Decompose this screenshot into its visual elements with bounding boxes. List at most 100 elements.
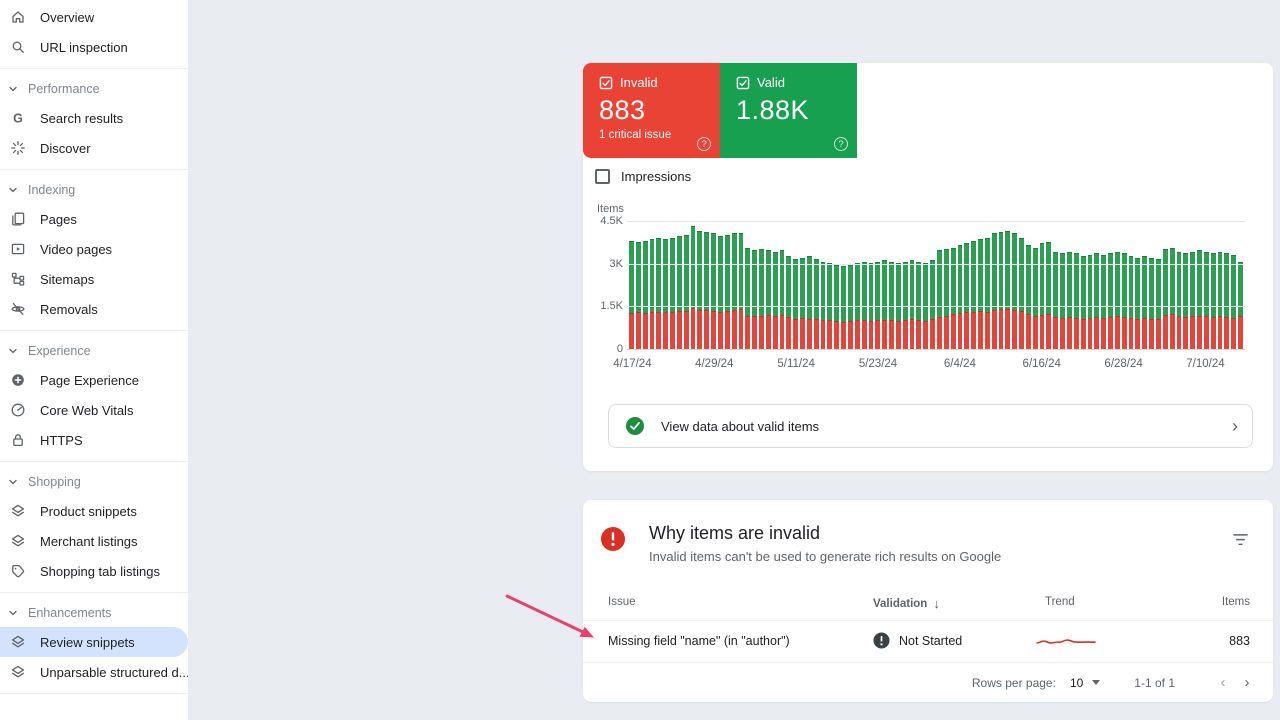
chart-bar[interactable] <box>1217 251 1223 350</box>
column-validation-sort[interactable]: Validation ↓ <box>873 596 940 611</box>
checked-checkbox-icon[interactable] <box>599 76 613 90</box>
chart-bar[interactable] <box>806 256 812 350</box>
chart-bar[interactable] <box>1019 237 1024 350</box>
chart-bar[interactable] <box>834 264 840 350</box>
sidebar-section-performance[interactable]: Performance <box>0 75 188 103</box>
sidebar-item-product-snippets[interactable]: Product snippets <box>0 496 188 526</box>
chart-bar[interactable] <box>711 233 716 350</box>
chart-bar[interactable] <box>964 243 970 350</box>
chart-bar[interactable] <box>663 239 669 350</box>
chart-bar[interactable] <box>1080 256 1086 350</box>
chart-bar[interactable] <box>957 244 963 350</box>
chart-bar[interactable] <box>882 260 888 350</box>
sidebar-item-shopping-tab-listings[interactable]: Shopping tab listings <box>0 556 188 586</box>
chart-bar[interactable] <box>1121 253 1127 350</box>
sidebar-item-video-pages[interactable]: Video pages <box>0 234 188 264</box>
sidebar-item-pages[interactable]: Pages <box>0 204 188 234</box>
chart-bar[interactable] <box>800 257 805 350</box>
chart-bar[interactable] <box>1210 253 1216 350</box>
chart-bar[interactable] <box>1176 251 1182 350</box>
chart-bar[interactable] <box>1087 254 1093 350</box>
chart-bar[interactable] <box>1053 251 1059 350</box>
chart-bar[interactable] <box>697 230 703 350</box>
chart-bar[interactable] <box>978 239 983 350</box>
sidebar-item-review-snippets[interactable]: Review snippets <box>0 627 188 657</box>
sidebar-item-overview[interactable]: Overview <box>0 2 188 32</box>
sidebar-item-core-web-vitals[interactable]: Core Web Vitals <box>0 395 188 425</box>
chart-bar[interactable] <box>642 240 648 350</box>
chart-bar[interactable] <box>1135 257 1141 350</box>
chart-bar[interactable] <box>793 259 799 350</box>
chart-bar[interactable] <box>629 240 634 350</box>
sidebar-item-removals[interactable]: Removals <box>0 294 188 324</box>
chart-bar[interactable] <box>779 250 785 350</box>
invalid-summary-card[interactable]: Invalid 883 1 critical issue ? <box>583 63 720 158</box>
sidebar-item-https[interactable]: HTTPS <box>0 425 188 455</box>
chart-bar[interactable] <box>841 266 846 350</box>
chart-bar[interactable] <box>765 250 771 350</box>
chart-bar[interactable] <box>1067 251 1072 350</box>
issue-table-row[interactable]: Missing field "name" (in "author") Not S… <box>583 621 1273 662</box>
chart-bar[interactable] <box>738 233 744 350</box>
chart-bar[interactable] <box>656 237 662 350</box>
sidebar-section-indexing[interactable]: Indexing <box>0 176 188 204</box>
chart-bar[interactable] <box>786 256 792 350</box>
chart-bar[interactable] <box>1203 251 1209 350</box>
chart-bar[interactable] <box>1060 253 1065 350</box>
unchecked-checkbox-icon[interactable] <box>595 169 610 184</box>
chevron-right-icon[interactable]: › <box>1232 417 1238 435</box>
chart-bar[interactable] <box>649 239 655 350</box>
chart-bar[interactable] <box>848 264 853 350</box>
sidebar-item-merchant-listings[interactable]: Merchant listings <box>0 526 188 556</box>
chart-bar[interactable] <box>1190 251 1196 350</box>
chart-bar[interactable] <box>971 240 977 350</box>
chart-bar[interactable] <box>1224 253 1230 350</box>
rows-per-page-select[interactable]: 10 <box>1070 676 1101 690</box>
chart-bar[interactable] <box>1005 230 1011 350</box>
filter-icon[interactable] <box>1232 533 1249 547</box>
checked-checkbox-icon[interactable] <box>736 76 750 90</box>
sidebar-item-sitemaps[interactable]: Sitemaps <box>0 264 188 294</box>
chart-bar[interactable] <box>1197 250 1202 350</box>
sidebar-section-shopping[interactable]: Shopping <box>0 468 188 496</box>
next-page-button[interactable]: › <box>1235 674 1259 691</box>
sidebar-item-search-results[interactable]: G Search results <box>0 103 188 133</box>
chart-bar[interactable] <box>1231 254 1237 350</box>
chart-bar[interactable] <box>1101 254 1107 350</box>
chart-bar[interactable] <box>1128 256 1134 350</box>
sidebar-item-page-experience[interactable]: Page Experience <box>0 365 188 395</box>
chart-bar[interactable] <box>670 237 675 350</box>
chart-bar[interactable] <box>683 234 689 350</box>
impressions-toggle[interactable]: Impressions <box>595 169 691 184</box>
chart-bar[interactable] <box>731 233 737 350</box>
chart-bar[interactable] <box>1039 243 1045 350</box>
chart-bar[interactable] <box>1155 258 1161 350</box>
view-valid-items-row[interactable]: View data about valid items › <box>608 404 1253 448</box>
sidebar-item-url-inspection[interactable]: URL inspection <box>0 32 188 62</box>
sidebar-section-enhancements[interactable]: Enhancements <box>0 599 188 627</box>
chart-bar[interactable] <box>635 241 641 350</box>
chart-bar[interactable] <box>1012 233 1018 350</box>
chart-bar[interactable] <box>1114 251 1120 350</box>
sidebar-item-unparsable-structured-d[interactable]: Unparsable structured d... <box>0 657 188 687</box>
valid-summary-card[interactable]: Valid 1.88K ? <box>720 63 857 158</box>
chart-bar[interactable] <box>930 260 935 350</box>
chart-bar[interactable] <box>1025 244 1031 350</box>
chart-bar[interactable] <box>1149 257 1154 350</box>
chart-bar[interactable] <box>724 234 730 350</box>
chart-bar[interactable] <box>772 251 778 350</box>
previous-page-button[interactable]: ‹ <box>1211 674 1235 691</box>
chart-bar[interactable] <box>813 258 819 350</box>
chart-bar[interactable] <box>752 250 758 350</box>
chart-bar[interactable] <box>1142 256 1148 350</box>
sidebar-section-experience[interactable]: Experience <box>0 337 188 365</box>
chart-bar[interactable] <box>704 231 710 350</box>
chart-bar[interactable] <box>998 231 1004 350</box>
chart-bar[interactable] <box>1108 253 1113 350</box>
chart-bar[interactable] <box>1094 253 1100 350</box>
chart-bar[interactable] <box>676 236 682 350</box>
chart-bar[interactable] <box>717 236 723 350</box>
chart-bar[interactable] <box>690 226 696 350</box>
chart-bar[interactable] <box>909 260 915 350</box>
chart-bar[interactable] <box>1046 241 1052 350</box>
